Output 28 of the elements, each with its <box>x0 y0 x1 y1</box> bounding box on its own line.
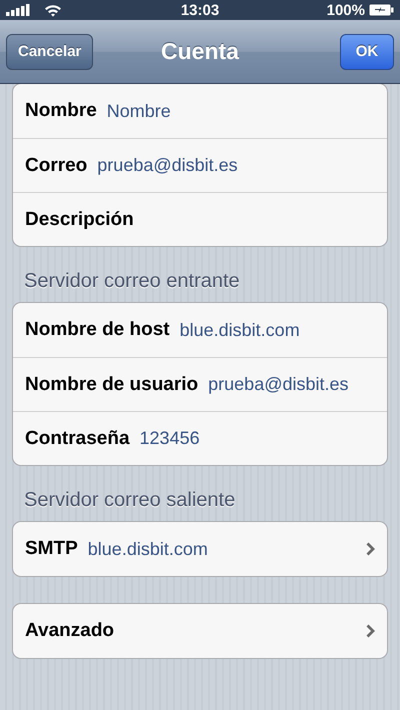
ok-button[interactable]: OK <box>340 34 394 70</box>
signal-icon <box>6 4 30 16</box>
field-value: blue.disbit.com <box>88 538 209 560</box>
field-label: Descripción <box>25 208 135 230</box>
section-header: Servidor correo saliente <box>23 488 236 512</box>
settings-row[interactable]: Avanzado <box>13 604 387 658</box>
chevron-icon <box>366 542 375 556</box>
settings-row[interactable]: SMTP blue.disbit.com <box>13 522 387 576</box>
battery-percentage: 100% <box>326 2 365 18</box>
field-value[interactable]: 123456 <box>140 428 375 449</box>
wifi-icon <box>44 4 62 16</box>
field-label: Contraseña <box>25 428 130 450</box>
status-time: 13:03 <box>180 2 220 18</box>
field-value[interactable]: prueba@disbit.es <box>97 155 375 176</box>
field-value[interactable]: prueba@disbit.es <box>208 374 375 395</box>
chevron-icon <box>366 624 375 638</box>
field-label: Avanzado <box>25 620 116 642</box>
field-value[interactable]: blue.disbit.com <box>180 320 375 340</box>
cancel-button[interactable]: Cancelar <box>6 34 94 70</box>
battery-charging-icon <box>369 4 394 16</box>
field-label: Nombre <box>25 100 97 122</box>
section-header: Servidor correo entrante <box>23 268 241 294</box>
field-value[interactable]: Nombre <box>106 100 375 122</box>
field-label: Nombre de usuario <box>25 374 198 396</box>
navigation-title: Cuenta <box>161 38 239 64</box>
field-label: SMTP <box>25 538 78 560</box>
field-label: Nombre de host <box>25 319 170 341</box>
field-label: Correo <box>25 154 88 176</box>
